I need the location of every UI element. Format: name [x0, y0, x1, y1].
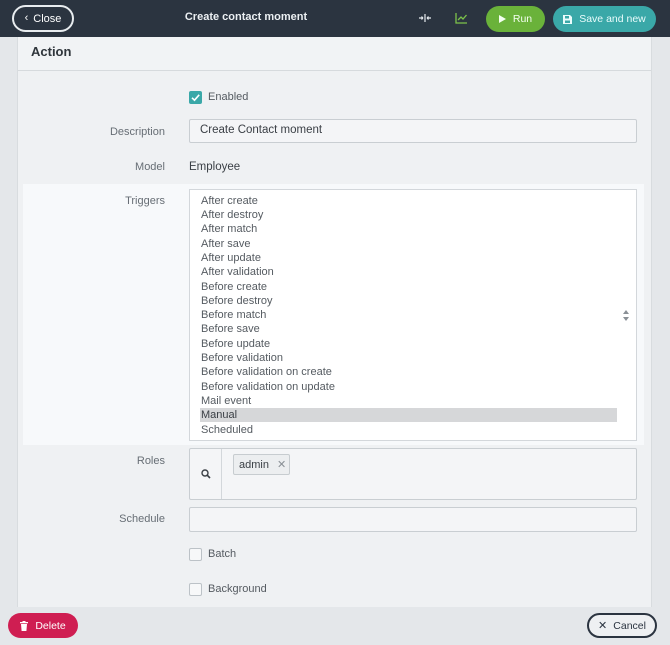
roles-label: Roles	[136, 455, 165, 467]
trigger-option[interactable]: After update	[200, 251, 617, 265]
close-button[interactable]: ‹ Close	[12, 5, 74, 32]
background-checkbox[interactable]	[189, 583, 202, 596]
trigger-option-selected[interactable]: Manual	[200, 408, 617, 422]
line-chart-icon[interactable]	[452, 10, 470, 26]
description-input[interactable]: Create Contact moment	[189, 119, 637, 143]
delete-button-label: Delete	[35, 619, 66, 632]
trigger-option[interactable]: After create	[200, 194, 617, 208]
role-tag: admin ✕	[233, 454, 290, 475]
trigger-option[interactable]: After save	[200, 237, 617, 251]
select-arrows-icon	[622, 309, 630, 322]
save-and-new-button[interactable]: Save and new	[553, 6, 656, 32]
description-label: Description	[109, 126, 165, 138]
schedule-label: Schedule	[119, 513, 165, 525]
trigger-option[interactable]: Before save	[200, 322, 617, 336]
triggers-multiselect[interactable]: After create After destroy After match A…	[189, 189, 637, 441]
trigger-option[interactable]: Before validation	[200, 351, 617, 365]
background-label: Background	[208, 583, 267, 595]
enabled-label: Enabled	[208, 91, 249, 103]
trigger-option[interactable]: Mail event	[200, 394, 617, 408]
compress-arrows-icon[interactable]	[416, 10, 434, 26]
trigger-option[interactable]: Before create	[200, 280, 617, 294]
trigger-option[interactable]: Scheduled	[200, 423, 617, 437]
close-icon[interactable]: ✕	[277, 458, 286, 471]
close-icon: ✕	[598, 620, 608, 632]
batch-label: Batch	[208, 548, 237, 560]
trigger-option[interactable]: After destroy	[200, 208, 617, 222]
roles-tag-input[interactable]: admin ✕	[189, 448, 637, 500]
page-title: Create contact moment	[184, 11, 308, 23]
trigger-option[interactable]: Before validation on create	[200, 365, 617, 379]
floppy-disk-icon	[563, 14, 573, 24]
role-tag-label: admin	[239, 458, 269, 471]
schedule-input[interactable]	[189, 507, 637, 532]
trigger-option[interactable]: Before destroy	[200, 294, 617, 308]
run-button-label: Run	[512, 13, 533, 25]
save-and-new-button-label: Save and new	[579, 13, 646, 25]
triggers-label: Triggers	[125, 195, 165, 207]
checkmark-icon	[191, 94, 200, 102]
footer-bar: Delete ✕ Cancel	[0, 607, 670, 645]
trigger-option[interactable]: Before validation on update	[200, 380, 617, 394]
run-button[interactable]: Run	[486, 6, 545, 32]
play-icon	[498, 15, 506, 23]
model-label: Model	[135, 161, 165, 173]
trigger-option[interactable]: After validation	[200, 265, 617, 279]
enabled-checkbox[interactable]	[189, 91, 202, 104]
delete-button[interactable]: Delete	[8, 613, 78, 638]
close-button-label: Close	[33, 12, 62, 25]
batch-checkbox[interactable]	[189, 548, 202, 561]
panel-heading: Action	[31, 44, 72, 59]
cancel-button[interactable]: ✕ Cancel	[587, 613, 657, 638]
panel-header: Action	[18, 37, 651, 71]
trigger-option[interactable]: After match	[200, 222, 617, 236]
search-icon[interactable]	[190, 449, 222, 499]
model-value: Employee	[189, 161, 241, 173]
trigger-option[interactable]: Before update	[200, 337, 617, 351]
trash-icon	[20, 620, 29, 631]
trigger-option[interactable]: Before match	[200, 308, 617, 322]
cancel-button-label: Cancel	[613, 619, 646, 632]
top-bar: ‹ Close Create contact moment Run Save a…	[0, 0, 670, 37]
chevron-left-icon: ‹	[24, 12, 29, 24]
